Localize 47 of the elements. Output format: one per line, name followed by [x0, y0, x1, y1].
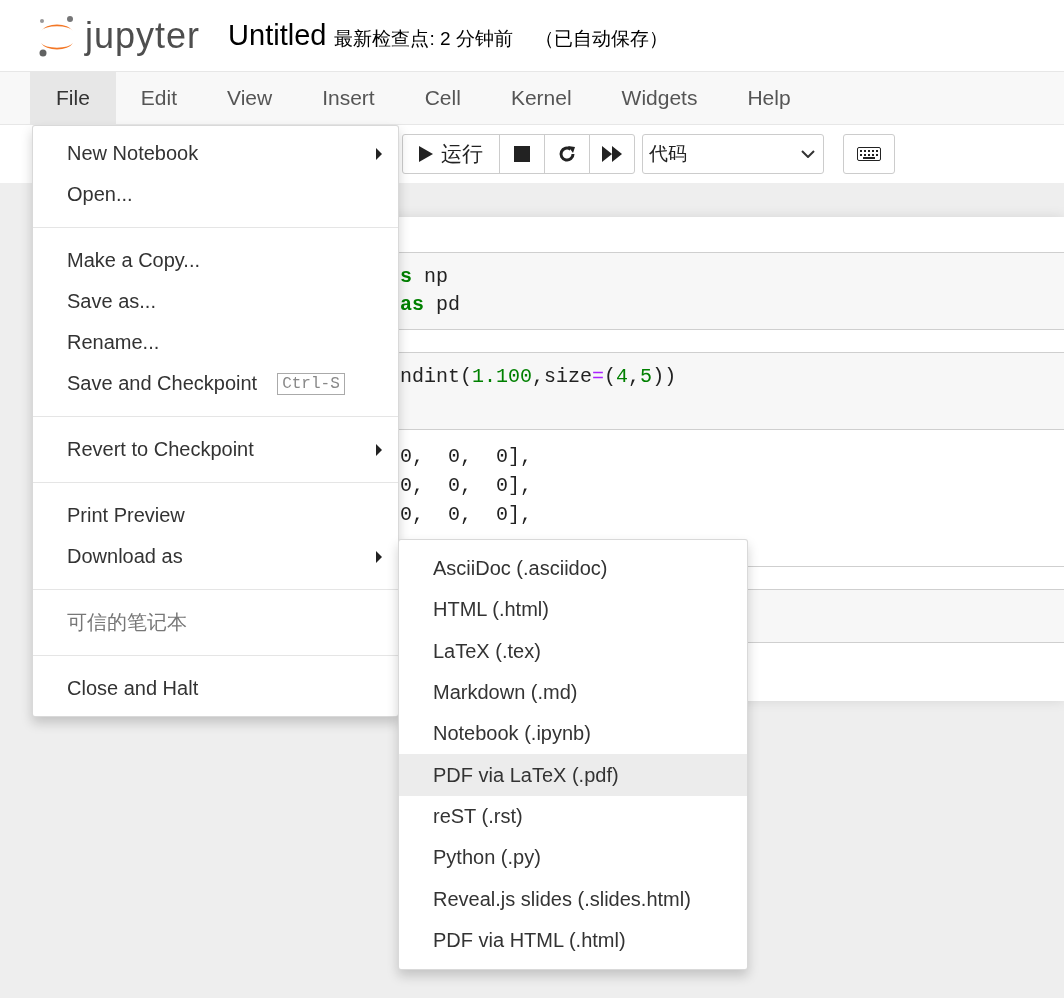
menu-item[interactable]: reST (.rst): [399, 795, 747, 838]
notebook-title[interactable]: Untitled: [228, 19, 327, 52]
menu-item[interactable]: Close and Halt: [33, 668, 398, 709]
keyboard-icon: [857, 147, 881, 161]
menu-item[interactable]: Reveal.js slides (.slides.html): [399, 878, 747, 920]
output-line: 0, 0, 0],: [400, 473, 534, 499]
shortcut-key: Ctrl-S: [277, 372, 345, 395]
menu-item[interactable]: PDF via LaTeX (.pdf): [399, 754, 747, 796]
menu-item[interactable]: New Notebook: [33, 133, 398, 174]
menu-item[interactable]: AsciiDoc (.asciidoc): [399, 548, 747, 590]
stop-button[interactable]: [499, 134, 545, 174]
submenu-caret-icon: [376, 550, 382, 563]
stop-icon: [514, 146, 530, 162]
run-all-button[interactable]: [589, 134, 635, 174]
menu-item[interactable]: Open...: [33, 174, 398, 215]
menu-item[interactable]: Print Preview: [33, 495, 398, 536]
restart-button[interactable]: [544, 134, 590, 174]
cell-type-select[interactable]: 代码: [642, 134, 824, 174]
menu-item[interactable]: Revert to Checkpoint: [33, 429, 398, 470]
submenu-caret-icon: [376, 147, 382, 160]
logo-text[interactable]: jupyter: [85, 14, 201, 57]
checkpoint-status: 最新检查点: 2 分钟前: [334, 26, 513, 51]
keyboard-button[interactable]: [843, 134, 895, 174]
menu-item[interactable]: HTML (.html): [399, 589, 747, 631]
autosave-status: （已自动保存）: [534, 26, 668, 51]
caret-icon: [801, 150, 815, 158]
menu-tab[interactable]: Edit: [115, 72, 203, 124]
menu-tab[interactable]: Help: [722, 72, 816, 124]
menu-tab[interactable]: Widgets: [596, 72, 723, 124]
output-line: 0, 0, 0],: [400, 444, 534, 470]
menu-tab[interactable]: Insert: [297, 72, 400, 124]
menu-tab[interactable]: Cell: [399, 72, 486, 124]
run-button[interactable]: 运行: [402, 134, 500, 174]
output-line: 0, 0, 0],: [400, 502, 534, 528]
fast-forward-icon: [602, 146, 622, 162]
menu-item[interactable]: Python (.py): [399, 837, 747, 879]
menu-item[interactable]: Download as: [33, 536, 398, 577]
menu-item[interactable]: LaTeX (.tex): [399, 630, 747, 672]
menu-tab[interactable]: Kernel: [485, 72, 597, 124]
restart-icon: [558, 145, 576, 163]
submenu-caret-icon: [376, 443, 382, 456]
menu-item[interactable]: Markdown (.md): [399, 671, 747, 714]
play-icon: [419, 146, 433, 162]
menu-item[interactable]: Notebook (.ipynb): [399, 713, 747, 755]
menu-tab[interactable]: View: [202, 72, 298, 124]
menu-tab[interactable]: File: [30, 72, 116, 124]
menu-item[interactable]: PDF via HTML (.html): [399, 919, 747, 961]
